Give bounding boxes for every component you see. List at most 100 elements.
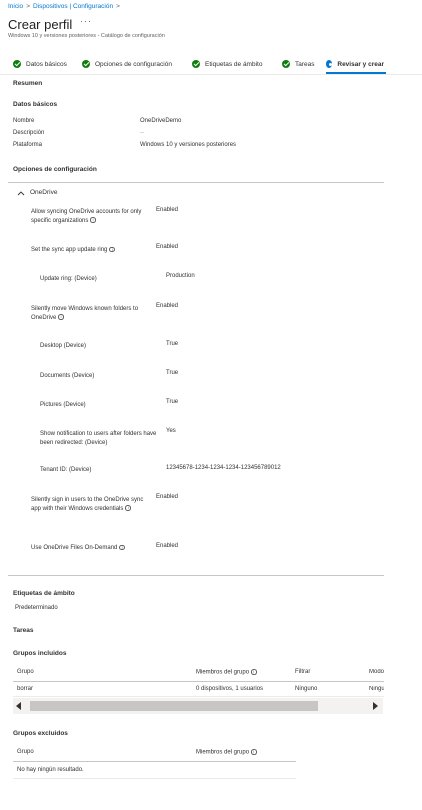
column-header-label: Miembros del grupo	[196, 669, 250, 676]
tab-label: Opciones de configuración	[95, 60, 172, 68]
setting-tenant-id-label: Tenant ID: (Device)	[40, 466, 162, 475]
basics-description-label: Descripción	[13, 130, 45, 136]
check-circle-icon	[192, 60, 200, 68]
setting-silent-signin-label: Silently sign in users to the OneDrive s…	[31, 496, 153, 513]
tab-assignments[interactable]: Tareas	[282, 54, 315, 74]
setting-update-ring-value: Enabled	[156, 244, 179, 250]
setting-show-notification-label: Show notification to users after folders…	[40, 430, 158, 447]
breadcrumb-devices-link[interactable]: Dispositivos | Configuración	[33, 3, 113, 10]
breadcrumb-home-link[interactable]: Inicio	[8, 3, 23, 10]
excluded-groups-heading: Grupos excluidos	[13, 730, 68, 737]
setting-update-ring-device-label: Update ring: (Device)	[40, 275, 162, 284]
info-icon[interactable]: i	[58, 314, 64, 320]
setting-pictures-label: Pictures (Device)	[40, 401, 162, 410]
setting-text: Set the sync app update ring	[31, 247, 108, 253]
assignments-heading: Tareas	[13, 627, 34, 634]
divider	[8, 575, 384, 576]
basics-name-value: OneDriveDemo	[140, 118, 182, 124]
check-circle-icon	[82, 60, 90, 68]
onedrive-group-toggle[interactable]: OneDrive	[17, 189, 57, 196]
page-title: Crear perfil	[8, 17, 73, 32]
info-icon[interactable]: i	[109, 246, 115, 253]
basics-description-value: --	[140, 130, 144, 136]
included-group-members: 0 dispositivos, 1 usuarios	[196, 686, 264, 692]
setting-known-folders-value: Enabled	[156, 303, 179, 309]
setting-desktop-label: Desktop (Device)	[40, 342, 162, 351]
current-step-icon	[326, 60, 333, 68]
empty-results-text: No hay ningún resultado.	[17, 767, 84, 773]
included-group-filter: Ninguno	[295, 686, 318, 692]
tab-basics[interactable]: Datos básicos	[13, 54, 67, 74]
setting-silent-signin-value: Enabled	[156, 494, 179, 500]
setting-files-on-demand-label: Use OneDrive Files On-Demand i	[31, 544, 161, 553]
tab-review-create[interactable]: Revisar y crear	[326, 54, 384, 74]
info-icon[interactable]: i	[119, 544, 125, 551]
setting-allow-syncing-label: Allow syncing OneDrive accounts for only…	[31, 208, 153, 225]
tab-scope-tags[interactable]: Etiquetas de ámbito	[192, 54, 262, 74]
divider	[8, 182, 384, 183]
included-groups-heading: Grupos incluidos	[13, 650, 67, 657]
basics-platform-label: Plataforma	[13, 142, 43, 148]
page-subtitle: Windows 10 y versiones posteriores - Cat…	[8, 33, 165, 39]
tab-label: Tareas	[295, 60, 315, 68]
column-header-group: Grupo	[17, 669, 34, 675]
column-header-filter-mode: Modo de filtro	[369, 669, 384, 675]
setting-text: Silently move Windows known folders to O…	[31, 306, 139, 321]
included-group-filter-mode: Ninguno	[369, 686, 384, 692]
check-circle-icon	[282, 60, 290, 68]
breadcrumb-separator: >	[116, 3, 120, 10]
summary-heading: Resumen	[13, 80, 43, 87]
setting-text: Desktop (Device)	[40, 343, 87, 349]
scroll-right-icon[interactable]	[373, 702, 378, 710]
column-header-members: Miembros del grupo i	[196, 669, 257, 675]
setting-show-notification-value: Yes	[166, 428, 176, 434]
chevron-up-icon	[17, 190, 25, 195]
setting-text: Use OneDrive Files On-Demand	[31, 545, 118, 551]
column-header-members: Miembros del grupo i	[196, 749, 257, 755]
basics-name-label: Nombre	[13, 118, 35, 124]
setting-known-folders-label: Silently move Windows known folders to O…	[31, 305, 153, 322]
tab-label: Etiquetas de ámbito	[205, 60, 263, 68]
info-icon[interactable]: i	[125, 505, 131, 511]
config-heading: Opciones de configuración	[13, 166, 97, 173]
setting-update-ring-device-value: Production	[166, 273, 195, 279]
divider	[0, 74, 422, 75]
info-icon[interactable]: i	[90, 217, 96, 223]
divider	[13, 696, 384, 697]
column-header-filter: Filtrar	[295, 669, 311, 675]
more-options-icon[interactable]: ···	[80, 16, 92, 26]
basics-heading: Datos básicos	[13, 101, 58, 108]
basics-platform-value: Windows 10 y versiones posteriores	[140, 142, 237, 148]
setting-text: Update ring: (Device)	[40, 276, 97, 282]
divider	[13, 761, 296, 762]
setting-text: Show notification to users after folders…	[40, 431, 157, 446]
setting-text: Allow syncing OneDrive accounts for only…	[31, 209, 142, 224]
setting-text: Tenant ID: (Device)	[40, 467, 92, 473]
column-header-label: Miembros del grupo	[196, 749, 250, 756]
check-circle-icon	[13, 60, 21, 68]
tab-label: Datos básicos	[26, 60, 67, 68]
setting-text: Pictures (Device)	[40, 402, 86, 408]
setting-pictures-value: True	[166, 399, 179, 405]
column-header-group: Grupo	[17, 749, 34, 755]
setting-files-on-demand-value: Enabled	[156, 543, 179, 549]
setting-text: Documents (Device)	[40, 373, 95, 379]
info-icon[interactable]: i	[251, 749, 257, 755]
setting-documents-value: True	[166, 370, 179, 376]
onedrive-group-label: OneDrive	[30, 189, 58, 196]
setting-desktop-value: True	[166, 341, 179, 347]
scope-tags-value: Predeterminado	[15, 605, 58, 611]
info-icon[interactable]: i	[251, 669, 257, 675]
setting-update-ring-label: Set the sync app update ring i	[31, 246, 171, 255]
scroll-left-icon[interactable]	[16, 702, 21, 710]
setting-tenant-id-value: 12345678-1234-1234-1234-123456789012	[166, 465, 281, 471]
divider	[13, 681, 384, 682]
included-group-name: borrar	[17, 686, 34, 692]
breadcrumb: Inicio > Dispositivos | Configuración >	[8, 3, 123, 10]
scope-tags-heading: Etiquetas de ámbito	[13, 590, 75, 597]
setting-allow-syncing-value: Enabled	[156, 207, 179, 213]
tab-configuration[interactable]: Opciones de configuración	[82, 54, 172, 74]
scrollbar-thumb[interactable]	[30, 701, 318, 711]
setting-documents-label: Documents (Device)	[40, 372, 162, 381]
breadcrumb-separator: >	[26, 3, 30, 10]
